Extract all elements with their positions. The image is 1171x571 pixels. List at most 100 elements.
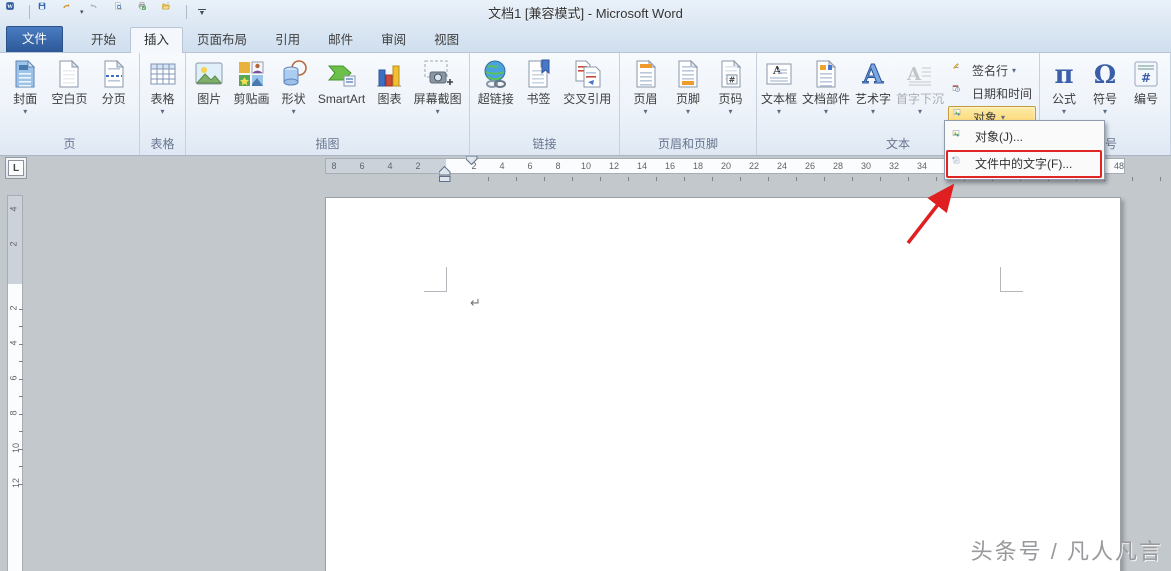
ruler-number: 32 <box>889 161 899 171</box>
word-window: W▾▼ 文档1 [兼容模式] - Microsoft Word 文件开始插入页面… <box>0 0 1171 571</box>
button-label: 超链接 <box>478 93 514 106</box>
smartart-icon <box>326 58 358 90</box>
ruler-tick <box>19 431 23 432</box>
spacer <box>1145 108 1147 116</box>
ruler-tick <box>572 177 573 181</box>
svg-text:#: # <box>1141 71 1151 85</box>
ribbon-button-剪贴画[interactable]: 剪贴画 <box>232 56 270 118</box>
tab-审阅[interactable]: 审阅 <box>367 27 420 53</box>
dropdown-arrow-icon: ▾ <box>292 108 296 116</box>
symbol-icon: Ω <box>1089 58 1121 90</box>
ribbon-button-符号[interactable]: Ω符号▾ <box>1088 56 1122 118</box>
ruler-number: 12 <box>609 161 619 171</box>
cover-page-icon <box>9 58 41 90</box>
vertical-ruler[interactable]: 4224681012 <box>7 195 23 571</box>
ribbon-button-交叉引用[interactable]: 交叉引用 <box>562 56 612 118</box>
ribbon-button-空白页[interactable]: 空白页 <box>50 56 88 118</box>
chart-icon <box>373 58 405 90</box>
ruler-tick <box>628 177 629 181</box>
svg-text:π: π <box>1054 60 1073 90</box>
dropdown-arrow-icon: ▾ <box>918 108 922 116</box>
tab-引用[interactable]: 引用 <box>261 27 314 53</box>
quick-parts-icon <box>810 58 842 90</box>
margin-corner-mark-right <box>1000 267 1023 292</box>
svg-text:A: A <box>862 60 884 90</box>
ribbon-button-编号[interactable]: #编号 <box>1129 56 1163 118</box>
tab-文件[interactable]: 文件 <box>6 26 63 53</box>
cross-reference-icon <box>571 58 603 90</box>
ruler-number: 6 <box>9 375 19 380</box>
signature-line-icon <box>952 61 968 80</box>
dropdown-arrow-icon: ▾ <box>160 108 164 116</box>
tab-插入[interactable]: 插入 <box>130 27 183 53</box>
ribbon-button-页码[interactable]: #页码▾ <box>714 56 748 118</box>
ribbon-button-图片[interactable]: 图片 <box>192 56 226 118</box>
ruler-tick <box>19 449 23 450</box>
dropdown-arrow-icon: ▾ <box>686 108 690 116</box>
ribbon-button-分页[interactable]: 分页 <box>97 56 131 118</box>
ribbon-button-屏幕截图[interactable]: 屏幕截图▾ <box>413 56 463 118</box>
ribbon-button-SmartArt[interactable]: SmartArt <box>317 56 366 118</box>
ruler-tick <box>19 326 23 327</box>
ruler-number: 28 <box>833 161 843 171</box>
tab-开始[interactable]: 开始 <box>77 27 130 53</box>
ribbon-button-签名行[interactable]: 签名行 ▾ <box>948 60 1036 80</box>
button-label: 形状 <box>282 93 306 106</box>
menu-item-label: 对象(J)... <box>975 128 1023 145</box>
menu-item-object[interactable]: 对象(J)... <box>945 123 1104 150</box>
button-label: 图片 <box>197 93 221 106</box>
equation-icon: π <box>1048 58 1080 90</box>
dropdown-arrow-icon: ▾ <box>643 108 647 116</box>
ribbon-button-封面[interactable]: 封面▾ <box>8 56 42 118</box>
group-label-页: 页 <box>0 135 139 152</box>
ribbon-button-书签[interactable]: 书签 <box>521 56 555 118</box>
shapes-icon <box>278 58 310 90</box>
ruler-tick <box>796 177 797 181</box>
ruler-tick <box>19 396 23 397</box>
picture-icon <box>193 58 225 90</box>
margin-corner-mark-left <box>424 267 447 292</box>
dropdown-arrow-icon: ▾ <box>728 108 732 116</box>
ruler-tick <box>852 177 853 181</box>
button-label: 屏幕截图 <box>414 93 462 106</box>
ribbon-button-图表[interactable]: 图表 <box>372 56 406 118</box>
document-page[interactable] <box>325 197 1121 571</box>
ribbon-button-页眉[interactable]: 页眉 ▾ <box>629 56 663 118</box>
ribbon-button-页脚[interactable]: 页脚▾ <box>671 56 705 118</box>
button-label: 表格 <box>150 93 174 106</box>
ribbon-button-文档部件[interactable]: 文档部件▾ <box>801 56 851 118</box>
clip-art-icon <box>235 58 267 90</box>
vertical-ruler-text-area <box>8 284 22 571</box>
header-icon <box>630 58 662 90</box>
dropdown-arrow-icon: ▾ <box>1012 66 1016 75</box>
ribbon-button-首字下沉: A首字下沉▾ <box>895 56 945 118</box>
ribbon-button-文本框[interactable]: A文本框▾ <box>760 56 798 118</box>
button-label: 签名行 <box>972 62 1008 79</box>
ruler-number: 2 <box>9 305 19 310</box>
menu-item-text-from-file[interactable]: 文件中的文字(F)... <box>945 150 1104 177</box>
table-icon <box>147 58 179 90</box>
ruler-tick <box>544 177 545 181</box>
button-label: 文档部件 <box>802 93 850 106</box>
ribbon-button-形状[interactable]: 形状 ▾ <box>277 56 311 118</box>
ruler-tick <box>740 177 741 181</box>
ribbon-button-艺术字[interactable]: A艺术字▾ <box>854 56 892 118</box>
ribbon-button-日期和时间[interactable]: 日期和时间 <box>948 83 1036 103</box>
tab-视图[interactable]: 视图 <box>420 27 473 53</box>
button-label: 交叉引用 <box>563 93 611 106</box>
ribbon-group-页眉和页脚: 页眉▾页脚▾#页码▾页眉和页脚 <box>620 53 757 155</box>
ribbon-button-表格[interactable]: 表格 ▾ <box>146 56 180 118</box>
tab-页面布局[interactable]: 页面布局 <box>183 27 261 53</box>
hanging-indent-marker[interactable] <box>439 166 451 182</box>
ruler-number: 14 <box>637 161 647 171</box>
dropdown-arrow-icon: ▾ <box>777 108 781 116</box>
tab-邮件[interactable]: 邮件 <box>314 27 367 53</box>
first-line-indent-marker[interactable] <box>466 156 478 165</box>
button-label: 艺术字 <box>855 93 891 106</box>
ruler-tick <box>19 379 23 380</box>
button-label: 页眉 <box>633 93 657 106</box>
svg-text:Ω: Ω <box>1094 60 1116 89</box>
tab-stop-selector[interactable]: L <box>5 157 27 179</box>
ribbon-button-超链接[interactable]: 超链接 <box>477 56 515 118</box>
ribbon-button-公式[interactable]: π公式▾ <box>1047 56 1081 118</box>
